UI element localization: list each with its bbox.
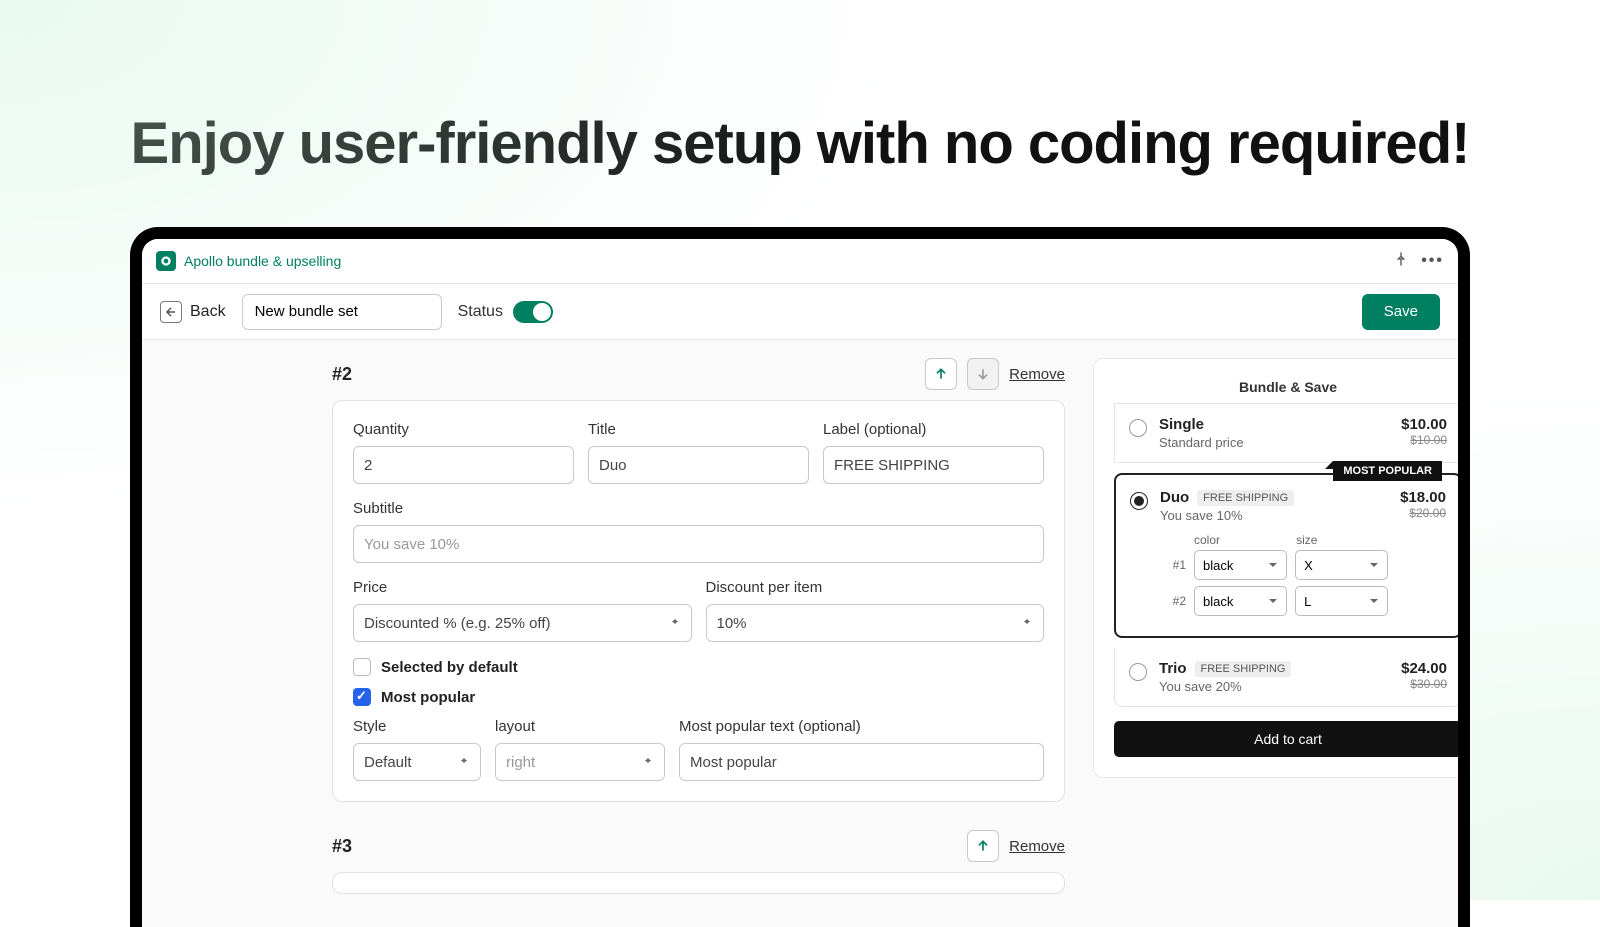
selected-default-row[interactable]: Selected by default: [353, 658, 1044, 676]
move-up-button-3[interactable]: [967, 830, 999, 862]
opt-strike: $10.00: [1401, 433, 1447, 447]
most-popular-tag: MOST POPULAR: [1333, 461, 1442, 481]
price-label: Price: [353, 579, 692, 596]
variant-color-1[interactable]: black: [1194, 550, 1287, 580]
most-popular-label: Most popular: [381, 689, 475, 706]
variant-size-2[interactable]: L: [1295, 586, 1388, 616]
price-mode-select[interactable]: Discounted % (e.g. 25% off): [353, 604, 692, 642]
section-3-card: [332, 872, 1065, 894]
remove-link-3[interactable]: Remove: [1009, 838, 1065, 855]
save-button[interactable]: Save: [1362, 294, 1440, 330]
discount-label: Discount per item: [706, 579, 1045, 596]
option-single[interactable]: Single Standard price $10.00 $10.00: [1114, 404, 1458, 463]
option-trio[interactable]: Trio FREE SHIPPING You save 20% $24.00 $…: [1114, 648, 1458, 707]
app-logo-icon: [156, 251, 176, 271]
title-input[interactable]: [588, 446, 809, 484]
quantity-label: Quantity: [353, 421, 574, 438]
most-popular-row[interactable]: Most popular: [353, 688, 1044, 706]
section-3-title: #3: [332, 836, 352, 857]
free-shipping-badge: FREE SHIPPING: [1195, 661, 1292, 677]
preview-title: Bundle & Save: [1114, 379, 1458, 404]
selected-default-checkbox[interactable]: [353, 658, 371, 676]
opt-name: Single: [1159, 416, 1204, 433]
editor-toolbar: Back Status Save: [142, 284, 1458, 340]
back-icon: [160, 301, 182, 323]
opt-strike: $30.00: [1401, 677, 1447, 691]
opt-name: Duo: [1160, 489, 1189, 506]
opt-sub: Standard price: [1159, 435, 1389, 450]
variant-num: #2: [1160, 594, 1186, 608]
pin-icon[interactable]: [1393, 251, 1409, 272]
app-name: Apollo bundle & upselling: [184, 253, 341, 269]
opt-name: Trio: [1159, 660, 1187, 677]
variant-color-2[interactable]: black: [1194, 586, 1287, 616]
status-toggle[interactable]: [513, 301, 553, 323]
section-2-title: #2: [332, 364, 352, 385]
popular-text-label: Most popular text (optional): [679, 718, 1044, 735]
bundle-preview: Bundle & Save Single Standard price $10.…: [1093, 358, 1458, 778]
move-down-button[interactable]: [967, 358, 999, 390]
bundle-name-input[interactable]: [242, 294, 442, 330]
variant-num: #1: [1160, 558, 1186, 572]
add-to-cart-button[interactable]: Add to cart: [1114, 721, 1458, 757]
section-2-header: #2 Remove: [332, 358, 1065, 390]
discount-value-select[interactable]: 10%: [706, 604, 1045, 642]
more-icon[interactable]: •••: [1421, 252, 1444, 270]
radio-trio[interactable]: [1129, 663, 1147, 681]
opt-price: $10.00: [1401, 416, 1447, 433]
move-up-button[interactable]: [925, 358, 957, 390]
quantity-input[interactable]: [353, 446, 574, 484]
selected-default-label: Selected by default: [381, 659, 518, 676]
variant-header-color: color: [1194, 533, 1286, 547]
opt-sub: You save 20%: [1159, 679, 1389, 694]
app-bar: Apollo bundle & upselling •••: [142, 239, 1458, 284]
opt-strike: $20.00: [1400, 506, 1446, 520]
subtitle-input[interactable]: [353, 525, 1044, 563]
remove-link[interactable]: Remove: [1009, 366, 1065, 383]
back-label: Back: [190, 303, 226, 321]
style-label: Style: [353, 718, 481, 735]
title-label: Title: [588, 421, 809, 438]
opt-price: $18.00: [1400, 489, 1446, 506]
status-label: Status: [458, 303, 503, 321]
layout-label: layout: [495, 718, 665, 735]
page-headline: Enjoy user-friendly setup with no coding…: [0, 0, 1600, 227]
opt-price: $24.00: [1401, 660, 1447, 677]
radio-duo[interactable]: [1130, 492, 1148, 510]
radio-single[interactable]: [1129, 419, 1147, 437]
style-select[interactable]: Default: [353, 743, 481, 781]
section-3-header: #3 Remove: [332, 830, 1065, 862]
opt-sub: You save 10%: [1160, 508, 1388, 523]
popular-text-input[interactable]: [679, 743, 1044, 781]
subtitle-label: Subtitle: [353, 500, 1044, 517]
label-input[interactable]: [823, 446, 1044, 484]
layout-select[interactable]: right: [495, 743, 665, 781]
back-button[interactable]: Back: [160, 301, 226, 323]
app-frame: Apollo bundle & upselling ••• Back Statu…: [130, 227, 1470, 927]
free-shipping-badge: FREE SHIPPING: [1197, 490, 1294, 506]
option-duo[interactable]: MOST POPULAR Duo FREE SHIPPING You save …: [1114, 473, 1458, 638]
label-optional-label: Label (optional): [823, 421, 1044, 438]
variant-header-size: size: [1296, 533, 1388, 547]
variant-size-1[interactable]: X: [1295, 550, 1388, 580]
section-2-card: Quantity Title Label (optional) Subtitle: [332, 400, 1065, 802]
most-popular-checkbox[interactable]: [353, 688, 371, 706]
